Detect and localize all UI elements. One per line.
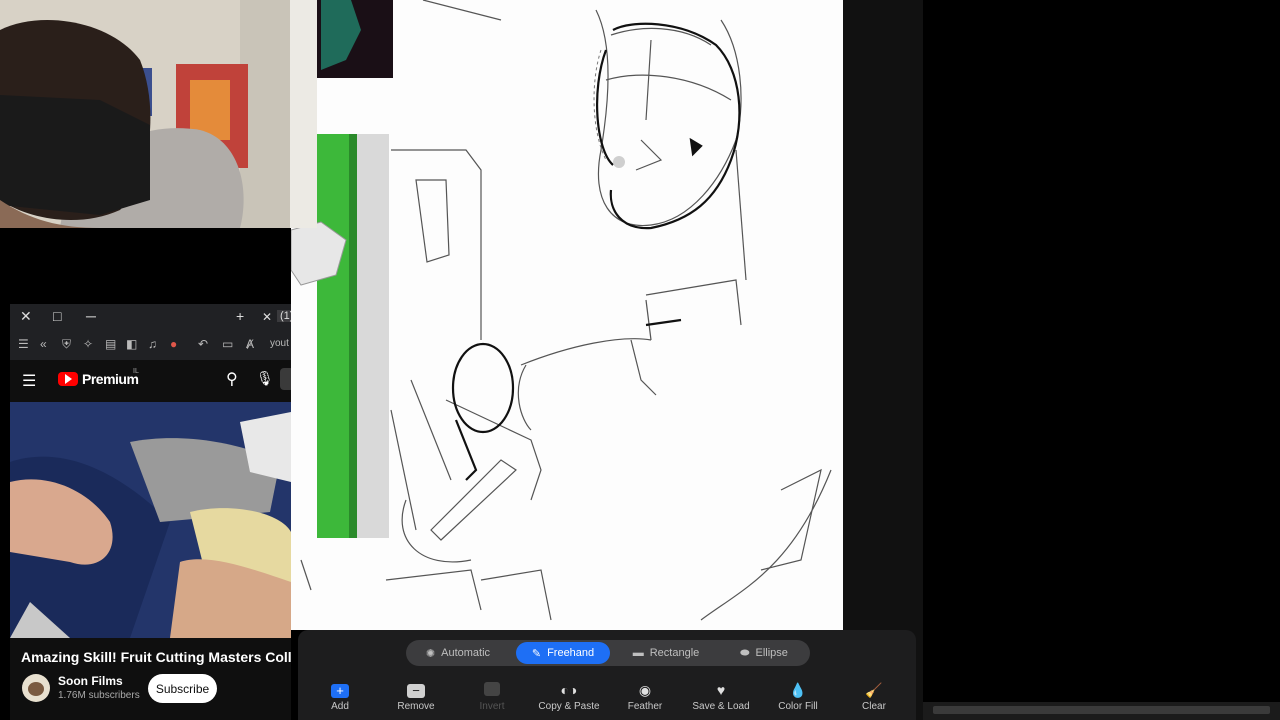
feather-button[interactable]: ◉ Feather <box>607 682 683 712</box>
remove-label: Remove <box>397 701 435 712</box>
side-panel <box>843 0 923 720</box>
empty-area <box>923 0 1280 702</box>
selection-mode-bar: ✺ Automatic ✎ Freehand ▬ Rectangle ⬬ Ellipse <box>406 640 810 666</box>
save-load-button[interactable]: ♥ Save & Load <box>683 682 759 712</box>
screen-icon[interactable]: ▭ <box>222 337 233 351</box>
video-title[interactable]: Amazing Skill! Fruit Cutting Masters Col… <box>21 649 291 665</box>
save-load-label: Save & Load <box>692 701 750 712</box>
mode-ellipse-label: Ellipse <box>755 647 788 659</box>
feather-icon: ◉ <box>638 682 652 698</box>
undo-icon[interactable]: ↶ <box>198 337 208 351</box>
invert-label: Invert <box>479 701 505 712</box>
sketch-drawing <box>291 0 832 621</box>
broom-icon: 🧹 <box>865 682 883 698</box>
clear-button[interactable]: 🧹 Clear <box>836 682 912 712</box>
mode-freehand-label: Freehand <box>547 647 595 659</box>
browser-titlebar: ✕ □ ─ + ✕ (1) <box>10 304 291 330</box>
browser-toolbar: ☰ « ⛨ ✧ ▤ ◧ ♫ ● ↶ ▭ Ⱥ yout <box>10 330 291 360</box>
webcam-feed <box>0 0 317 228</box>
copy-paste-button[interactable]: ◐◑ Copy & Paste <box>531 682 607 712</box>
back-icon[interactable]: « <box>40 337 47 351</box>
heart-icon: ♥ <box>716 682 726 698</box>
menu-icon[interactable]: ☰ <box>18 337 29 351</box>
minus-square-icon: − <box>407 684 425 698</box>
window-minimize-icon[interactable]: ─ <box>86 308 96 324</box>
add-label: Add <box>331 701 349 712</box>
window-maximize-icon[interactable]: □ <box>53 308 61 324</box>
invert-button[interactable]: Invert <box>454 682 530 712</box>
window-close-icon[interactable]: ✕ <box>20 308 32 325</box>
remove-button[interactable]: − Remove <box>378 682 454 712</box>
channel-name[interactable]: Soon Films <box>58 674 123 688</box>
microphone-icon[interactable]: 🎙 <box>256 370 274 387</box>
pin-icon[interactable]: ✧ <box>83 337 93 351</box>
ellipse-icon: ⬬ <box>740 646 750 659</box>
mode-rectangle-label: Rectangle <box>649 647 700 659</box>
tab-title[interactable]: (1) <box>277 310 291 322</box>
subscriber-count: 1.76M subscribers <box>58 690 140 701</box>
music-icon[interactable]: ♫ <box>148 337 157 351</box>
address-bar[interactable]: yout <box>270 338 289 349</box>
new-tab-icon[interactable]: + <box>236 308 244 324</box>
mode-freehand[interactable]: ✎ Freehand <box>516 642 610 664</box>
youtube-logo-text[interactable]: Premium <box>82 371 139 387</box>
more-icon[interactable] <box>280 368 291 390</box>
rectangle-icon: ▬ <box>632 647 644 659</box>
youtube-logo-icon[interactable] <box>58 372 78 386</box>
plus-square-icon: + <box>331 684 349 698</box>
mode-automatic[interactable]: ✺ Automatic <box>410 642 506 664</box>
scrollbar[interactable] <box>923 702 1280 720</box>
automatic-icon: ✺ <box>425 647 436 660</box>
add-button[interactable]: + Add <box>302 682 378 712</box>
mode-ellipse[interactable]: ⬬ Ellipse <box>722 642 806 664</box>
invert-icon <box>484 682 500 696</box>
hamburger-menu-icon[interactable]: ☰ <box>22 371 36 391</box>
search-icon[interactable]: ⚲ <box>226 369 238 389</box>
mode-automatic-label: Automatic <box>441 647 491 659</box>
drawing-canvas[interactable] <box>291 0 843 630</box>
drop-icon: 💧 <box>789 682 807 698</box>
subscribe-button[interactable]: Subscribe <box>148 674 217 703</box>
browser-window: ✕ □ ─ + ✕ (1) ☰ « ⛨ ✧ ▤ ◧ ♫ ● ↶ ▭ Ⱥ yout… <box>10 304 291 720</box>
feather-label: Feather <box>627 701 663 712</box>
selection-tool-panel: ✺ Automatic ✎ Freehand ▬ Rectangle ⬬ Ellipse… <box>298 630 916 720</box>
video-player[interactable] <box>10 402 291 638</box>
region-code: IL <box>133 368 139 375</box>
copy-paste-label: Copy & Paste <box>538 701 600 712</box>
youtube-header: ☰ Premium IL ⚲ 🎙 <box>10 364 291 398</box>
extension-icon[interactable]: ● <box>170 337 177 351</box>
window-icon[interactable]: ▤ <box>105 337 116 351</box>
freehand-icon: ✎ <box>531 647 542 660</box>
color-fill-label: Color Fill <box>778 701 818 712</box>
tab-close-icon[interactable]: ✕ <box>262 310 272 324</box>
sidebar-icon[interactable]: ◧ <box>126 337 137 351</box>
shield-icon[interactable]: ⛨ <box>62 337 71 352</box>
copy-paste-icon: ◐◑ <box>560 682 578 698</box>
channel-avatar[interactable] <box>22 674 50 702</box>
translate-icon[interactable]: Ⱥ <box>246 337 254 351</box>
color-fill-button[interactable]: 💧 Color Fill <box>760 682 836 712</box>
clear-label: Clear <box>862 701 886 712</box>
scrollbar-thumb[interactable] <box>933 706 1270 714</box>
mode-rectangle[interactable]: ▬ Rectangle <box>618 642 714 664</box>
